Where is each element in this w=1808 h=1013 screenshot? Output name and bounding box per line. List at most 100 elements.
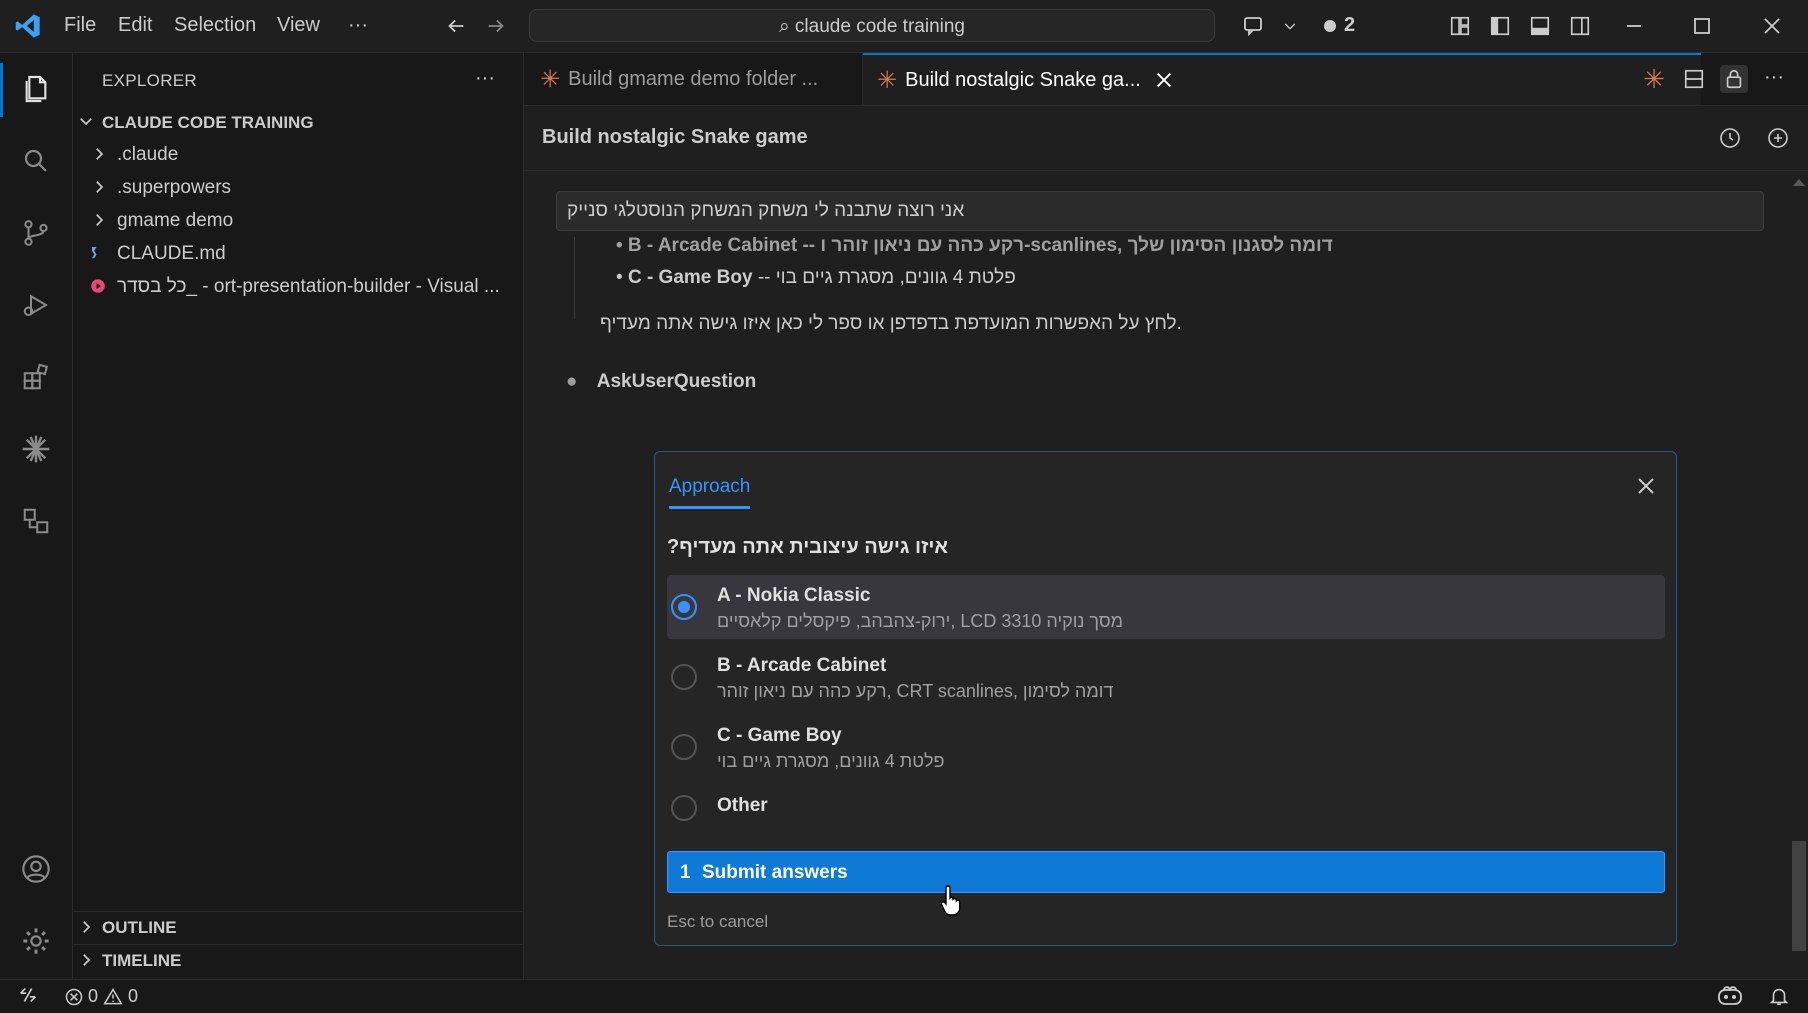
option-b[interactable]: B - Arcade Cabinet רקע כהה עם ניאון זוהר…: [667, 645, 1665, 709]
scroll-thumb[interactable]: [1792, 841, 1806, 951]
toggle-panel-icon[interactable]: [1526, 12, 1554, 40]
timeline-label: TIMELINE: [102, 951, 182, 970]
radio-unselected[interactable]: [671, 795, 697, 821]
option-desc: פלטת 4 גוונים, מסגרת גיים בוי: [717, 751, 945, 771]
option-title: Other: [717, 795, 768, 816]
remote-indicator-icon[interactable]: [16, 984, 40, 1006]
extensions-icon[interactable]: [16, 357, 56, 397]
tab-approach[interactable]: Approach: [669, 476, 751, 509]
activity-bar: [0, 53, 73, 979]
chevron-down-icon[interactable]: [1276, 12, 1304, 40]
warning-icon: [103, 987, 123, 1004]
error-count: 0: [88, 986, 99, 1006]
badge-count[interactable]: 2: [1344, 14, 1355, 37]
problems-indicator[interactable]: 0 0: [64, 986, 138, 1007]
explorer-sidebar: EXPLORER ··· CLAUDE CODE TRAINING .claud…: [73, 53, 524, 979]
badge-dot-icon: [1316, 12, 1344, 40]
option-c[interactable]: C - Game Boy פלטת 4 גוונים, מסגרת גיים ב…: [667, 715, 1665, 779]
tree-item-label: .claude: [117, 144, 179, 165]
menu-more[interactable]: ···: [348, 14, 368, 37]
search-icon[interactable]: [16, 141, 56, 181]
search-text: claude code training: [794, 16, 965, 37]
menu-view[interactable]: View: [277, 14, 320, 37]
new-chat-icon[interactable]: [1764, 124, 1792, 152]
option-title: C - Game Boy: [717, 725, 842, 746]
close-window-icon[interactable]: [1758, 12, 1786, 40]
menu-selection[interactable]: Selection: [174, 14, 256, 37]
menu-edit[interactable]: Edit: [118, 14, 152, 37]
option-c-rest: -- פלטת 4 גוונים, מסגרת גיים בוי: [757, 267, 1016, 288]
ask-user-question-dialog: Approach ?איזו גישה עיצובית אתה מעדיף A …: [654, 451, 1677, 946]
option-title: B - Arcade Cabinet: [717, 655, 887, 676]
record-icon: [91, 279, 105, 293]
back-arrow-icon[interactable]: [442, 12, 470, 40]
accounts-icon[interactable]: [16, 849, 56, 889]
chevron-right-icon: [96, 214, 104, 226]
option-desc: רקע כהה עם ניאון זוהר, CRT scanlines, דו…: [717, 681, 1114, 701]
tree-item-label: .superpowers: [117, 177, 232, 198]
timeline-section[interactable]: TIMELINE: [73, 944, 523, 975]
tree-item-claude-md[interactable]: CLAUDE.md: [73, 239, 523, 269]
remote-explorer-icon[interactable]: [16, 501, 56, 541]
split-editor-icon[interactable]: [1680, 65, 1708, 93]
source-control-icon[interactable]: [16, 213, 56, 253]
chat-panel-header: Build nostalgic Snake game: [524, 106, 1808, 171]
explorer-title: EXPLORER: [102, 71, 197, 90]
maximize-icon[interactable]: [1688, 12, 1716, 40]
tool-dot-icon: ●: [566, 371, 578, 392]
more-actions-icon[interactable]: ···: [1760, 63, 1788, 91]
title-bar: File Edit Selection View ··· ⌕ claude co…: [0, 0, 1808, 53]
radio-selected[interactable]: [671, 594, 697, 620]
history-icon[interactable]: [1716, 124, 1744, 152]
option-b-line: • B - Arcade Cabinet -- רקע כהה עם ניאון…: [616, 235, 1333, 256]
editor-tab-bar: ✳ Build gmame demo folder ... ✳ Build no…: [524, 53, 1808, 106]
esc-hint: Esc to cancel: [667, 912, 769, 931]
scroll-up-icon[interactable]: [1790, 175, 1808, 189]
forward-arrow-icon[interactable]: [482, 12, 510, 40]
submit-answers-button[interactable]: 1 Submit answers: [667, 851, 1665, 893]
close-tab-icon[interactable]: [1153, 69, 1175, 91]
command-center-search[interactable]: ⌕ claude code training: [529, 9, 1215, 42]
workspace-root-label: CLAUDE CODE TRAINING: [102, 113, 314, 132]
tab-label: Build nostalgic Snake ga...: [905, 68, 1141, 91]
tree-item-gmame-demo[interactable]: gmame demo: [73, 206, 523, 236]
tree-item-superpowers[interactable]: .superpowers: [73, 173, 523, 203]
close-icon[interactable]: [1634, 474, 1658, 498]
lock-icon[interactable]: [1720, 65, 1748, 93]
option-other[interactable]: Other: [667, 785, 1665, 831]
chat-scrollbar[interactable]: [1790, 171, 1808, 979]
option-a[interactable]: A - Nokia Classic ירוק-צהבהב, פיקסלים קל…: [667, 575, 1665, 639]
user-prompt-text: אני רוצה שתבנה לי משחק המשחק הנוסטלגי סנ…: [567, 200, 965, 221]
warning-count: 0: [128, 986, 139, 1006]
option-c-line: • C - Game Boy -- פלטת 4 גוונים, מסגרת ג…: [616, 267, 1016, 289]
notifications-bell-icon[interactable]: [1768, 984, 1790, 1008]
claude-icon: ✳: [540, 65, 561, 93]
workspace-root[interactable]: CLAUDE CODE TRAINING: [73, 107, 523, 137]
tab-build-nostalgic-snake[interactable]: ✳ Build nostalgic Snake ga...: [863, 53, 1701, 105]
thread-line: [574, 237, 575, 319]
run-debug-icon[interactable]: [16, 285, 56, 325]
radio-unselected[interactable]: [671, 734, 697, 760]
copilot-chat-icon[interactable]: [1240, 12, 1268, 40]
customize-layout-icon[interactable]: [1446, 12, 1474, 40]
copilot-status-icon[interactable]: [1716, 984, 1744, 1008]
explorer-more-button[interactable]: ···: [475, 67, 495, 90]
claude-icon[interactable]: ✳: [1640, 64, 1668, 94]
menu-file[interactable]: File: [64, 14, 96, 37]
settings-gear-icon[interactable]: [16, 921, 56, 961]
tree-item-label: gmame demo: [117, 210, 234, 231]
tool-name: AskUserQuestion: [596, 371, 757, 392]
chevron-right-icon: [83, 921, 91, 933]
minimize-icon[interactable]: [1620, 12, 1648, 40]
claude-icon[interactable]: [16, 429, 56, 469]
tab-build-gmame-demo[interactable]: ✳ Build gmame demo folder ...: [524, 53, 863, 105]
tree-item-claude[interactable]: .claude: [73, 140, 523, 170]
bullet-dot: •: [616, 267, 628, 288]
outline-section[interactable]: OUTLINE: [73, 911, 523, 942]
radio-unselected[interactable]: [671, 664, 697, 690]
toggle-secondary-sidebar-icon[interactable]: [1566, 12, 1594, 40]
tree-item-presentation-file[interactable]: כל בסדר_ - ort-presentation-builder - Vi…: [73, 272, 523, 302]
toggle-sidebar-icon[interactable]: [1486, 12, 1514, 40]
chevron-right-icon: [96, 181, 104, 193]
explorer-icon[interactable]: [16, 69, 56, 109]
